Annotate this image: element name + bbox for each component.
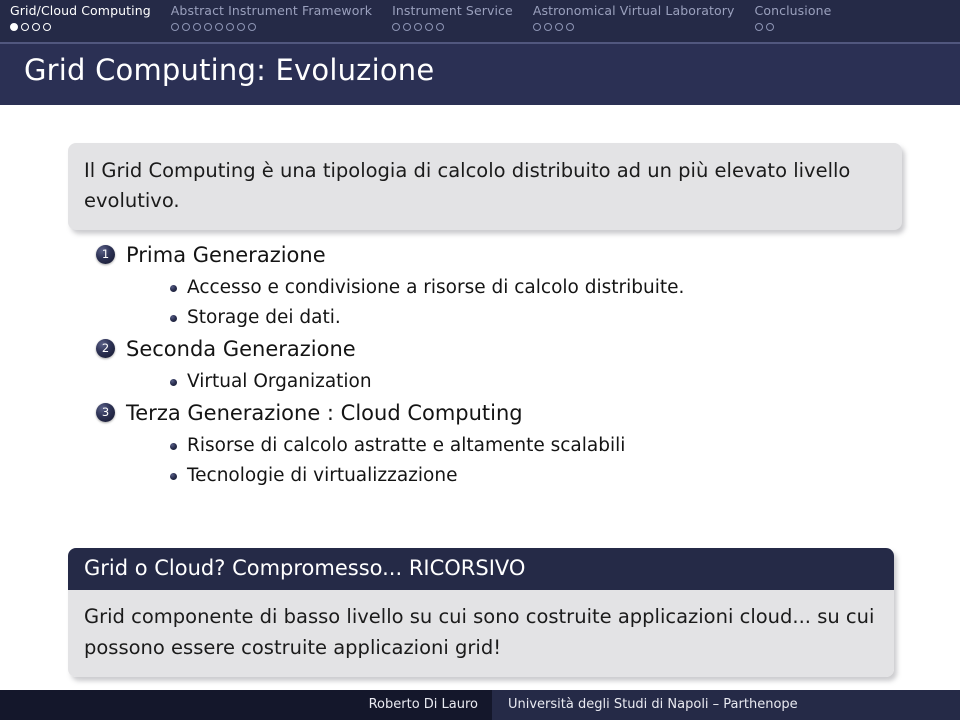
bullet-icon xyxy=(170,285,177,292)
nav-dot-icon[interactable] xyxy=(214,23,223,31)
footer-bar: Roberto Di Lauro Università degli Studi … xyxy=(0,688,960,720)
nav-section-dots xyxy=(532,23,574,31)
nav-section-label: Astronomical Virtual Laboratory xyxy=(532,3,735,18)
nav-section-3[interactable]: Astronomical Virtual Laboratory xyxy=(523,3,745,45)
nav-section-dots xyxy=(392,23,445,31)
nav-dot-icon[interactable] xyxy=(32,23,40,31)
nav-dot-icon[interactable] xyxy=(414,23,423,31)
nav-section-label: Instrument Service xyxy=(392,3,513,18)
nav-section-label: Abstract Instrument Framework xyxy=(170,3,373,18)
nav-dot-icon[interactable] xyxy=(392,23,401,31)
list-item: 2 Seconda Generazione xyxy=(0,333,960,365)
nav-dot-icon[interactable] xyxy=(554,23,563,31)
nav-dot-icon[interactable] xyxy=(754,23,763,31)
sub-list-item: Accesso e condivisione a risorse di calc… xyxy=(0,273,960,303)
bullet-icon xyxy=(170,443,177,450)
bullet-icon xyxy=(170,379,177,386)
nav-section-label: Conclusione xyxy=(754,3,832,18)
nav-section-dots xyxy=(754,23,774,31)
nav-section-1[interactable]: Abstract Instrument Framework xyxy=(161,3,382,45)
slide-title-bar: Grid Computing: Evoluzione xyxy=(0,42,960,114)
list-item: 3 Terza Generazione : Cloud Computing xyxy=(0,397,960,429)
sub-list: Risorse di calcolo astratte e altamente … xyxy=(0,431,960,491)
nav-dot-icon[interactable] xyxy=(181,23,190,31)
nav-dot-icon[interactable] xyxy=(225,23,234,31)
nav-dot-icon[interactable] xyxy=(170,23,179,31)
sub-list: Accesso e condivisione a risorse di calc… xyxy=(0,273,960,333)
nav-section-label: Grid/Cloud Computing xyxy=(10,3,151,18)
sub-list-item: Tecnologie di virtualizzazione xyxy=(0,461,960,491)
nav-dot-icon[interactable] xyxy=(43,23,51,31)
footer-author: Roberto Di Lauro xyxy=(0,688,492,720)
nav-dot-icon[interactable] xyxy=(247,23,256,31)
list-item-label: Prima Generazione xyxy=(126,243,326,267)
nav-dot-icon[interactable] xyxy=(565,23,574,31)
nav-dot-icon[interactable] xyxy=(10,23,18,31)
nav-dot-icon[interactable] xyxy=(532,23,541,31)
enumeration-badge-icon: 2 xyxy=(96,339,115,358)
highlight-block: Grid o Cloud? Compromesso... RICORSIVO G… xyxy=(68,548,894,677)
enumeration-badge-icon: 3 xyxy=(96,403,115,422)
sub-list-item-label: Tecnologie di virtualizzazione xyxy=(187,465,458,486)
intro-block: Il Grid Computing è una tipologia di cal… xyxy=(68,143,902,230)
nav-dot-icon[interactable] xyxy=(543,23,552,31)
sub-list-item: Virtual Organization xyxy=(0,367,960,397)
nav-section-2[interactable]: Instrument Service xyxy=(382,3,523,45)
sub-list: Virtual Organization xyxy=(0,367,960,397)
enumerated-list: 1 Prima Generazione Accesso e condivisione… xyxy=(0,239,960,491)
nav-section-dots xyxy=(170,23,256,31)
footer-institution: Università degli Studi di Napoli – Parth… xyxy=(492,688,960,720)
nav-dot-icon[interactable] xyxy=(203,23,212,31)
page-title: Grid Computing: Evoluzione xyxy=(24,53,435,87)
navigation-bar: Grid/Cloud Computing Abstract Instrument … xyxy=(0,0,960,42)
highlight-block-body: Grid componente di basso livello su cui … xyxy=(68,590,894,677)
nav-section-4[interactable]: Conclusione xyxy=(745,3,842,45)
nav-dot-icon[interactable] xyxy=(436,23,445,31)
highlight-block-title: Grid o Cloud? Compromesso... RICORSIVO xyxy=(68,548,894,590)
sub-list-item-label: Risorse di calcolo astratte e altamente … xyxy=(187,435,626,456)
list-item-label: Seconda Generazione xyxy=(126,337,356,361)
sub-list-item-label: Storage dei dati. xyxy=(187,307,341,328)
bullet-icon xyxy=(170,315,177,322)
bullet-icon xyxy=(170,473,177,480)
nav-section-dots xyxy=(10,23,51,31)
sub-list-item-label: Virtual Organization xyxy=(187,371,372,392)
intro-block-text: Il Grid Computing è una tipologia di cal… xyxy=(84,159,851,212)
nav-dot-icon[interactable] xyxy=(236,23,245,31)
list-item: 1 Prima Generazione xyxy=(0,239,960,271)
enumeration-badge-icon: 1 xyxy=(96,245,115,264)
sub-list-item-label: Accesso e condivisione a risorse di calc… xyxy=(187,277,685,298)
slide-content: Il Grid Computing è una tipologia di cal… xyxy=(0,105,960,688)
sub-list-item: Risorse di calcolo astratte e altamente … xyxy=(0,431,960,461)
nav-dot-icon[interactable] xyxy=(192,23,201,31)
nav-section-0[interactable]: Grid/Cloud Computing xyxy=(0,3,161,45)
nav-dot-icon[interactable] xyxy=(765,23,774,31)
nav-dot-icon[interactable] xyxy=(21,23,29,31)
nav-dot-icon[interactable] xyxy=(425,23,434,31)
sub-list-item: Storage dei dati. xyxy=(0,303,960,333)
nav-dot-icon[interactable] xyxy=(403,23,412,31)
list-item-label: Terza Generazione : Cloud Computing xyxy=(126,401,523,425)
